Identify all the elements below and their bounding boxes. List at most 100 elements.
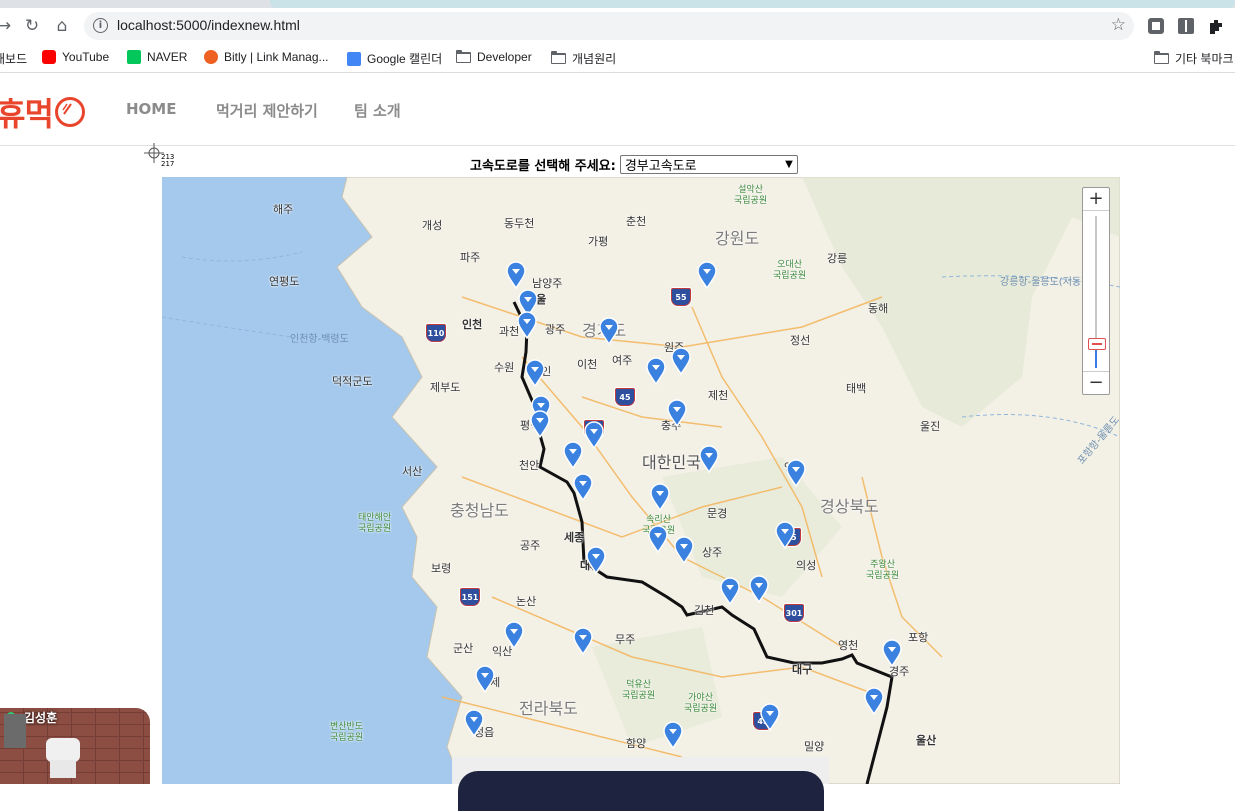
rest-area-marker-icon[interactable] (882, 639, 902, 667)
place-label: 가평 (588, 235, 609, 248)
calendar-icon (347, 51, 361, 66)
rest-area-marker-icon[interactable] (749, 575, 769, 603)
bookmark-other[interactable]: 기타 북마크 (1154, 50, 1234, 67)
rest-area-marker-icon[interactable] (786, 459, 806, 487)
rest-area-marker-icon[interactable] (671, 347, 691, 375)
forward-icon[interactable]: → (0, 14, 16, 38)
map-view[interactable]: 해주 개성 동두천 춘천 파주 가평 강원도 강릉 연평도 남양주 서울 인천 … (162, 177, 1120, 784)
logo-text: 휴먹 (0, 95, 54, 133)
rest-area-marker-icon[interactable] (525, 359, 545, 387)
bookmark-star-icon[interactable]: ☆ (1111, 15, 1126, 35)
site-info-icon[interactable]: i (93, 18, 108, 33)
place-label: 김천 (694, 604, 715, 617)
nav-food-suggest[interactable]: 먹거리 제안하기 (216, 100, 318, 121)
bookmark-concept[interactable]: 개념원리 (551, 50, 616, 67)
place-label: 해주 (273, 203, 294, 216)
place-label: 개성 (422, 219, 443, 232)
rest-area-marker-icon[interactable] (760, 703, 780, 731)
puzzle-icon[interactable] (1207, 17, 1225, 35)
rest-area-marker-icon[interactable] (586, 546, 606, 574)
rest-area-marker-icon[interactable] (864, 687, 884, 715)
rest-area-marker-icon[interactable] (599, 317, 619, 345)
bookmark-item[interactable]: 캐보드 (0, 50, 27, 67)
bookmark-google-calendar[interactable]: Google 캘린더 (347, 50, 442, 67)
highway-shield-icon: 151 (459, 587, 481, 607)
place-label: 울산 (916, 734, 937, 747)
province-label: 충청남도 (450, 501, 509, 520)
province-label: 전라북도 (519, 699, 578, 718)
active-tab[interactable] (270, 0, 1235, 8)
place-label: 인천 (462, 318, 483, 331)
place-label: 상주 (702, 546, 723, 559)
site-logo[interactable]: 휴먹 (0, 89, 85, 135)
bitly-icon (204, 50, 218, 64)
place-label: 정선 (790, 334, 811, 347)
rest-area-marker-icon[interactable] (667, 399, 687, 427)
bookmark-naver[interactable]: NAVER (127, 50, 187, 64)
highway-select[interactable]: 경부고속도로 ▼ (619, 155, 798, 174)
ferry-label: 인천항-백령도 (290, 334, 349, 345)
rest-area-marker-icon[interactable] (506, 261, 526, 289)
rest-area-marker-icon[interactable] (699, 445, 719, 473)
home-icon[interactable]: ⌂ (50, 14, 74, 38)
bookmark-youtube[interactable]: YouTube (42, 50, 109, 64)
extension-icon[interactable] (1147, 17, 1165, 35)
rest-area-marker-icon[interactable] (573, 473, 593, 501)
zoom-in-button[interactable]: + (1083, 188, 1109, 211)
rest-area-marker-icon[interactable] (573, 627, 593, 655)
bookmark-bitly[interactable]: Bitly | Link Manag... (204, 50, 329, 64)
rest-area-marker-icon[interactable] (775, 521, 795, 549)
place-label: 여주 (612, 354, 633, 367)
highway-shield-icon: 55 (670, 287, 692, 307)
park-label: 덕유산 국립공원 (622, 680, 656, 701)
park-label: 설악산 국립공원 (734, 185, 768, 206)
place-label: 서산 (402, 465, 423, 478)
place-label: 수원 (494, 361, 515, 374)
place-label: 강릉 (827, 252, 848, 265)
place-label: 파주 (460, 251, 481, 264)
bookmarks-bar: 캐보드 YouTube NAVER Bitly | Link Manag... … (0, 44, 1235, 73)
tab-strip (0, 0, 1235, 8)
rest-area-marker-icon[interactable] (584, 421, 604, 449)
place-label: 무주 (615, 633, 636, 646)
park-label: 태안해안 국립공원 (358, 513, 392, 534)
webcam-overlay: 김성훈 (0, 708, 150, 784)
cursor-crosshair-icon: 213 217 (144, 143, 174, 168)
place-label: 대구 (792, 663, 813, 676)
zoom-out-button[interactable]: − (1083, 371, 1109, 394)
rest-area-marker-icon[interactable] (464, 709, 484, 737)
folder-icon (1154, 51, 1169, 64)
address-bar[interactable]: i localhost:5000/indexnew.html ☆ (84, 12, 1134, 40)
place-label: 공주 (520, 539, 541, 552)
browser-toolbar: → ↻ ⌂ i localhost:5000/indexnew.html ☆ (0, 8, 1235, 44)
nav-team[interactable]: 팀 소개 (354, 100, 401, 121)
folder-icon (551, 51, 566, 64)
rest-area-marker-icon[interactable] (648, 525, 668, 553)
rest-area-marker-icon[interactable] (674, 536, 694, 564)
bookmark-developer[interactable]: Developer (456, 49, 532, 64)
rest-area-marker-icon[interactable] (720, 577, 740, 605)
overlay-bar[interactable] (458, 771, 824, 811)
place-label: 울진 (920, 420, 941, 433)
rest-area-marker-icon[interactable] (646, 357, 666, 385)
cursor-y-readout: 217 (161, 160, 175, 168)
rest-area-marker-icon[interactable] (650, 483, 670, 511)
rest-area-marker-icon[interactable] (504, 621, 524, 649)
nav-home[interactable]: HOME (126, 100, 176, 118)
park-label: 오대산 국립공원 (773, 260, 807, 281)
zoom-handle[interactable] (1088, 338, 1106, 350)
url-text[interactable]: localhost:5000/indexnew.html (117, 17, 300, 33)
rest-area-marker-icon[interactable] (663, 721, 683, 749)
highway-selector: 고속도로를 선택해 주세요: 경부고속도로 ▼ (470, 155, 798, 174)
rest-area-marker-icon[interactable] (530, 410, 550, 438)
rest-area-marker-icon[interactable] (475, 665, 495, 693)
reload-icon[interactable]: ↻ (20, 14, 44, 38)
reader-icon[interactable] (1177, 17, 1195, 35)
province-label: 경상북도 (820, 497, 879, 516)
rest-area-marker-icon[interactable] (517, 311, 537, 339)
park-label: 변산반도 국립공원 (330, 722, 364, 743)
place-label: 제부도 (430, 381, 461, 394)
rest-area-marker-icon[interactable] (563, 441, 583, 469)
rest-area-marker-icon[interactable] (697, 261, 717, 289)
country-label: 대한민국 (642, 453, 701, 472)
